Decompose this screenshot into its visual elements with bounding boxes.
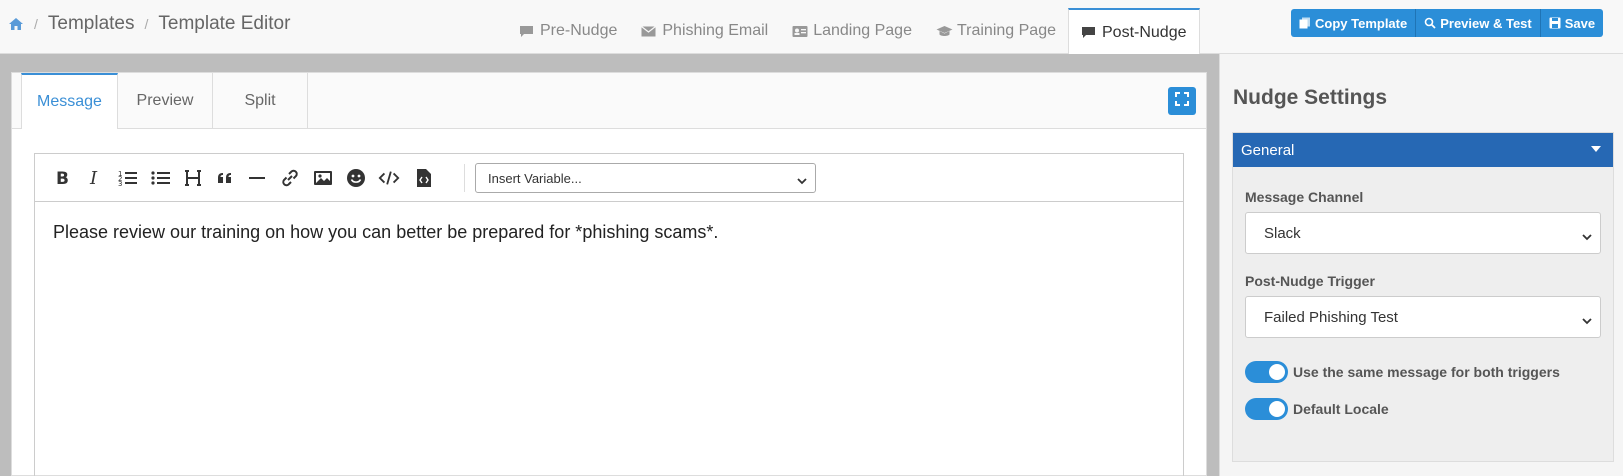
chevron-down-icon xyxy=(1582,312,1592,329)
copy-icon xyxy=(1299,17,1311,29)
envelope-icon xyxy=(641,25,657,38)
caret-down-icon xyxy=(1591,146,1601,152)
message-channel-select[interactable]: Slack xyxy=(1245,212,1601,254)
editor-toolbar: B I 123 Insert Variable... xyxy=(35,154,1183,202)
preview-test-button[interactable]: Preview & Test xyxy=(1416,9,1541,37)
comment-icon xyxy=(519,25,534,38)
image-icon[interactable] xyxy=(312,167,334,189)
section-title: General xyxy=(1241,141,1295,159)
editor-subtabs: Message Preview Split xyxy=(12,73,1206,129)
subtab-preview[interactable]: Preview xyxy=(118,73,213,129)
post-nudge-trigger-value: Failed Phishing Test xyxy=(1264,308,1398,326)
quote-icon[interactable] xyxy=(214,167,236,189)
expand-icon xyxy=(1175,91,1189,111)
breadcrumb: / Templates / Template Editor xyxy=(8,12,290,36)
svg-text:I: I xyxy=(89,169,98,187)
default-locale-toggle-row: Default Locale xyxy=(1245,398,1389,420)
insert-variable-value: Insert Variable... xyxy=(488,170,582,186)
emoji-icon[interactable] xyxy=(345,167,367,189)
breadcrumb-separator: / xyxy=(144,16,149,32)
link-icon[interactable] xyxy=(279,167,301,189)
action-buttons: Copy Template Preview & Test Save xyxy=(1291,9,1604,37)
toggle-knob xyxy=(1269,364,1285,380)
markdown-editor: B I 123 Insert Variable... Please review… xyxy=(34,153,1184,476)
italic-icon[interactable]: I xyxy=(84,167,106,189)
tab-label: Phishing Email xyxy=(662,22,769,39)
tab-label: Post-Nudge xyxy=(1102,23,1187,41)
toggle-knob xyxy=(1269,401,1285,417)
tab-landing-page[interactable]: Landing Page xyxy=(780,8,924,54)
settings-title: Nudge Settings xyxy=(1233,86,1388,109)
heading-icon[interactable] xyxy=(182,167,204,189)
code-icon[interactable] xyxy=(378,167,400,189)
same-message-toggle-row: Use the same message for both triggers xyxy=(1245,361,1560,383)
top-bar: / Templates / Template Editor Pre-Nudge … xyxy=(0,0,1623,55)
toolbar-divider xyxy=(464,164,465,192)
message-channel-label: Message Channel xyxy=(1245,189,1364,205)
template-tabs: Pre-Nudge Phishing Email Landing Page Tr… xyxy=(507,8,1200,55)
settings-accordion: General Message Channel Slack Post-Nudge… xyxy=(1232,132,1614,462)
save-icon xyxy=(1549,17,1561,29)
unordered-list-icon[interactable] xyxy=(150,167,172,189)
post-nudge-trigger-select[interactable]: Failed Phishing Test xyxy=(1245,296,1601,338)
editor-content[interactable]: Please review our training on how you ca… xyxy=(53,222,718,243)
post-nudge-trigger-label: Post-Nudge Trigger xyxy=(1245,273,1375,289)
home-icon[interactable] xyxy=(8,16,24,32)
tab-pre-nudge[interactable]: Pre-Nudge xyxy=(507,8,629,54)
message-channel-value: Slack xyxy=(1264,224,1301,242)
horizontal-rule-icon[interactable] xyxy=(246,167,268,189)
subtab-split[interactable]: Split xyxy=(213,73,308,129)
same-message-toggle[interactable] xyxy=(1245,361,1288,383)
subtab-message[interactable]: Message xyxy=(21,73,118,129)
preview-test-label: Preview & Test xyxy=(1440,15,1532,31)
ordered-list-icon[interactable]: 123 xyxy=(117,167,139,189)
save-button[interactable]: Save xyxy=(1540,9,1604,37)
save-label: Save xyxy=(1564,15,1596,31)
tab-post-nudge[interactable]: Post-Nudge xyxy=(1068,8,1200,55)
breadcrumb-templates[interactable]: Templates xyxy=(48,13,135,35)
tab-phishing-email[interactable]: Phishing Email xyxy=(629,8,780,54)
tab-label: Pre-Nudge xyxy=(540,22,618,39)
comment-icon xyxy=(1081,26,1096,39)
svg-text:B: B xyxy=(56,169,69,187)
svg-text:3: 3 xyxy=(118,180,122,187)
copy-template-label: Copy Template xyxy=(1315,15,1408,31)
tab-label: Landing Page xyxy=(813,22,912,39)
graduation-cap-icon xyxy=(936,25,953,38)
default-locale-label: Default Locale xyxy=(1293,401,1389,417)
editor-panel: Message Preview Split B I 123 Insert Var… xyxy=(11,72,1207,476)
breadcrumb-template-editor: Template Editor xyxy=(158,13,291,34)
insert-variable-select[interactable]: Insert Variable... xyxy=(475,163,816,193)
search-icon xyxy=(1424,17,1436,29)
default-locale-toggle[interactable] xyxy=(1245,398,1288,420)
bold-icon[interactable]: B xyxy=(51,167,73,189)
breadcrumb-separator: / xyxy=(34,16,38,32)
chevron-down-icon xyxy=(1582,228,1592,245)
chevron-down-icon xyxy=(797,173,807,188)
same-message-label: Use the same message for both triggers xyxy=(1293,364,1560,380)
tab-label: Training Page xyxy=(956,22,1056,39)
general-section-header[interactable]: General xyxy=(1233,133,1613,167)
fullscreen-button[interactable] xyxy=(1168,87,1196,115)
id-card-icon xyxy=(792,25,808,38)
tab-training-page[interactable]: Training Page xyxy=(924,8,1068,54)
copy-template-button[interactable]: Copy Template xyxy=(1291,9,1417,37)
file-code-icon[interactable] xyxy=(413,167,435,189)
